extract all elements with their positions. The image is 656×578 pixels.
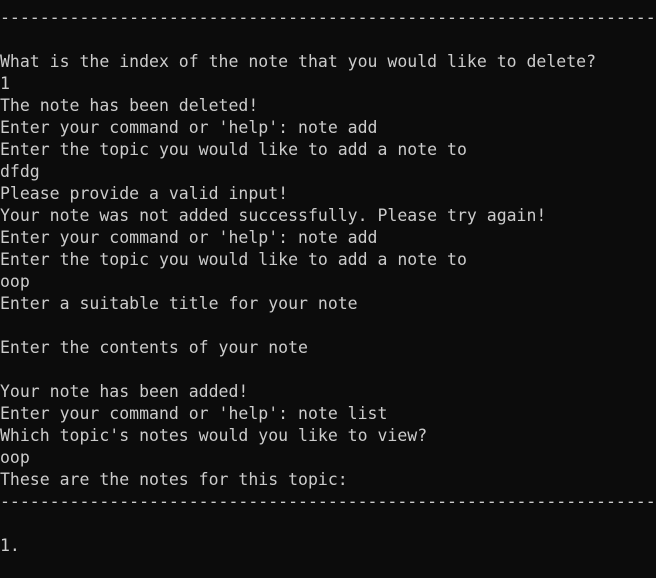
input-line: oop <box>0 272 30 291</box>
output-line: Your note was not added successfully. Pl… <box>0 206 547 225</box>
output-line: Your note has been added! <box>0 382 249 401</box>
separator-line-bottom <box>0 491 656 513</box>
input-line: oop <box>0 448 30 467</box>
separator-line-top <box>0 7 656 29</box>
terminal-window[interactable]: What is the index of the note that you w… <box>0 0 656 578</box>
command-line: Enter your command or 'help': note add <box>0 118 378 137</box>
input-line: 1 <box>0 74 10 93</box>
output-line: Enter the contents of your note <box>0 338 308 357</box>
output-line: Please provide a valid input! <box>0 184 289 203</box>
command-line: Enter your command or 'help': note add <box>0 228 378 247</box>
output-line: Enter a suitable title for your note <box>0 294 358 313</box>
note-list-item: 1. <box>0 536 20 555</box>
output-line: What is the index of the note that you w… <box>0 52 597 71</box>
output-line: Which topic's notes would you like to vi… <box>0 426 428 445</box>
output-line: The note has been deleted! <box>0 96 259 115</box>
command-line: Enter your command or 'help': note list <box>0 404 388 423</box>
output-line: These are the notes for this topic: <box>0 470 348 489</box>
output-line: Enter the topic you would like to add a … <box>0 250 467 269</box>
input-line: dfdg <box>0 162 40 181</box>
output-line: Enter the topic you would like to add a … <box>0 140 467 159</box>
